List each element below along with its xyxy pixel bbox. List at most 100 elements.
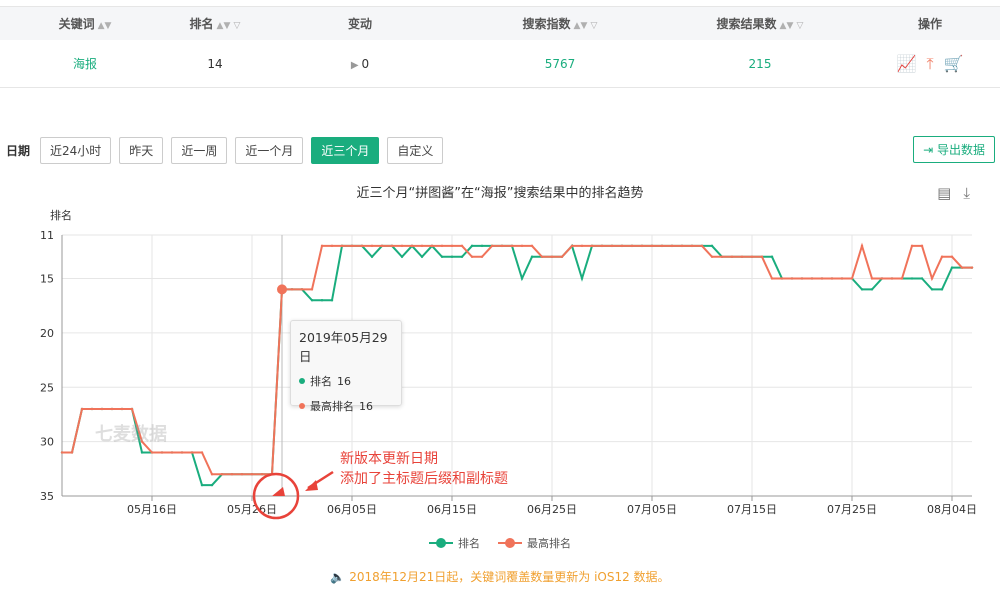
data-point [200, 483, 204, 487]
series-dot-icon [299, 403, 305, 409]
filter-24h[interactable]: 近24小时 [40, 137, 112, 164]
data-point [920, 244, 924, 248]
sort-icon[interactable]: ▲▼ ▽ [780, 21, 804, 31]
legend-rank[interactable]: 排名 [429, 535, 480, 551]
x-tick-label: 07月15日 [727, 503, 777, 516]
pin-top-icon[interactable]: ⤒ [926, 54, 933, 74]
data-point [750, 255, 754, 258]
data-point [530, 244, 534, 248]
tooltip-row-rank: 排名 16 [299, 373, 393, 389]
rank-value: 14 [207, 56, 223, 71]
data-point [70, 451, 74, 454]
chart-legend: 排名 最高排名 [0, 535, 1000, 551]
data-point [320, 244, 324, 248]
col-result-count[interactable]: 搜索结果数 ▲▼ ▽ [660, 15, 860, 32]
keyword-table: 关键词 ▲▼ 排名 ▲▼ ▽ 变动 搜索指数 ▲▼ ▽ 搜索结果数 ▲▼ ▽ 操作 海报… [0, 6, 1000, 88]
col-actions: 操作 [917, 17, 942, 31]
table-header: 关键词 ▲▼ 排名 ▲▼ ▽ 变动 搜索指数 ▲▼ ▽ 搜索结果数 ▲▼ ▽ 操作 [0, 6, 1000, 40]
date-filter-bar: 日期 近24小时 昨天 近一周 近一个月 近三个月 自定义 [6, 137, 444, 164]
data-point [390, 244, 394, 248]
data-point [80, 407, 84, 411]
export-data-button[interactable]: ⇥ 导出数据 [913, 136, 995, 163]
legend-best-rank[interactable]: 最高排名 [498, 535, 571, 551]
data-point [600, 244, 604, 248]
data-point [530, 255, 534, 258]
data-point [720, 255, 724, 258]
data-point [520, 244, 524, 248]
data-point [690, 244, 694, 248]
data-point [810, 277, 814, 280]
data-point [740, 255, 744, 258]
data-point [260, 473, 264, 476]
keyword-link[interactable]: 海报 [0, 55, 170, 72]
data-point [910, 244, 914, 248]
data-point [430, 244, 434, 248]
cart-icon[interactable]: 🛒 [944, 54, 964, 74]
change-value: ▶ 0 [350, 56, 370, 71]
data-point [160, 451, 164, 454]
data-point [510, 244, 514, 248]
data-point [680, 244, 684, 248]
table-row: 海报 14 ▶ 0 5767 215 📈 ⤒ 🛒 [0, 40, 1000, 88]
data-point [200, 451, 204, 454]
data-point [440, 244, 444, 248]
col-rank[interactable]: 排名 ▲▼ ▽ [170, 15, 260, 32]
data-point [210, 483, 214, 487]
filter-week[interactable]: 近一周 [171, 137, 228, 164]
y-tick-label: 11 [40, 229, 54, 242]
filter-custom[interactable]: 自定义 [387, 137, 444, 164]
data-point [150, 451, 154, 454]
data-point [700, 244, 704, 248]
y-tick-label: 30 [40, 436, 54, 449]
filter-yesterday[interactable]: 昨天 [119, 137, 164, 164]
sort-icon[interactable]: ▲▼ [98, 21, 112, 31]
data-point [240, 473, 244, 476]
sort-icon[interactable]: ▲▼ ▽ [574, 21, 598, 31]
data-point [480, 244, 484, 248]
data-point [420, 244, 424, 248]
data-point [470, 255, 474, 258]
trend-chart-icon[interactable]: 📈 [897, 54, 917, 74]
data-point [400, 255, 404, 258]
data-point [580, 244, 584, 248]
data-point [310, 288, 314, 291]
search-index-value: 5767 [544, 56, 576, 71]
data-point [880, 277, 884, 280]
data-point [730, 255, 734, 258]
data-point [950, 255, 954, 258]
x-tick-label: 06月05日 [327, 503, 377, 516]
data-point [840, 277, 844, 280]
data-point [550, 255, 554, 258]
data-point [500, 244, 504, 248]
data-point [120, 407, 124, 411]
col-search-index[interactable]: 搜索指数 ▲▼ ▽ [460, 15, 660, 32]
data-point [320, 299, 324, 302]
data-point [630, 244, 634, 248]
x-tick-label: 07月05日 [627, 503, 677, 516]
data-point [220, 473, 224, 476]
tooltip-row-best: 最高排名 16 [299, 398, 393, 414]
data-point [440, 255, 444, 258]
data-point [250, 473, 254, 476]
annotation-arrowhead [305, 480, 318, 491]
data-point [910, 277, 914, 280]
data-point [330, 299, 334, 302]
data-point [300, 288, 304, 291]
data-point [610, 244, 614, 248]
data-point [950, 266, 954, 269]
data-point [400, 244, 404, 248]
legend-marker-icon [429, 538, 453, 548]
data-point [460, 244, 464, 248]
col-change: 变动 [347, 17, 372, 31]
filter-3months[interactable]: 近三个月 [311, 137, 380, 164]
sort-icon[interactable]: ▲▼ ▽ [217, 21, 241, 31]
data-point [820, 277, 824, 280]
export-icon: ⇥ [923, 143, 937, 157]
filter-month[interactable]: 近一个月 [235, 137, 304, 164]
col-keyword[interactable]: 关键词 ▲▼ [0, 15, 170, 32]
data-point [580, 277, 584, 280]
data-point [520, 277, 524, 280]
data-point [960, 266, 964, 269]
data-point [190, 451, 194, 454]
y-tick-label: 25 [40, 381, 54, 394]
